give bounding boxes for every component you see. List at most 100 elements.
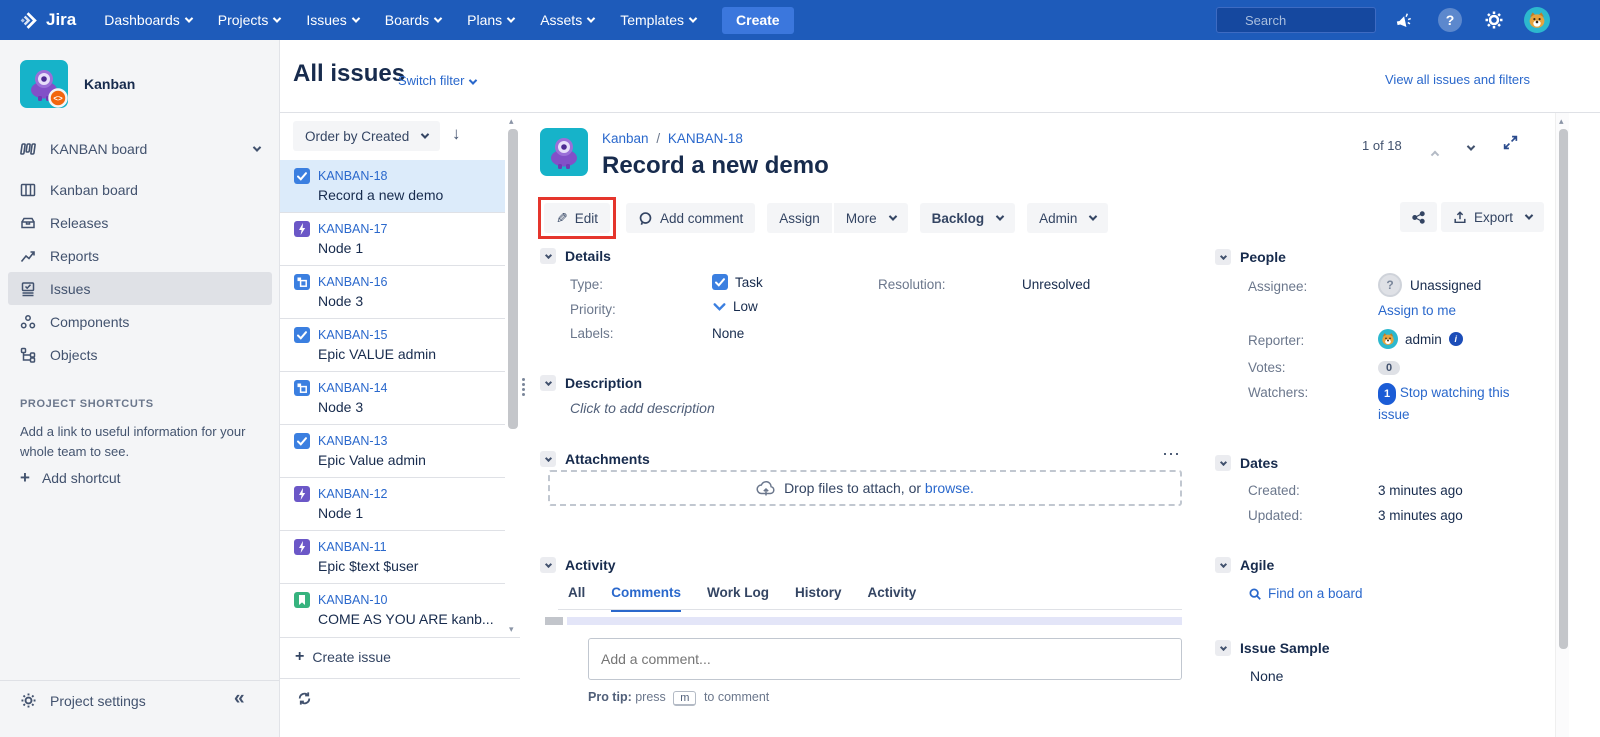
issue-title[interactable]: Record a new demo [602, 152, 829, 180]
create-issue-button[interactable]: + Create issue [295, 648, 391, 666]
user-avatar[interactable] [1524, 7, 1550, 33]
panel-resize-handle[interactable] [522, 376, 525, 398]
sidebar-item-reports[interactable]: Reports [8, 239, 272, 272]
scroll-up-icon[interactable]: ▴ [1559, 117, 1564, 126]
chevron-down-icon [587, 14, 595, 22]
attachments-menu-button[interactable]: ⋯ [1162, 444, 1181, 465]
issue-row[interactable]: KANBAN-11 Epic $text $user [280, 531, 505, 584]
more-button[interactable]: More [834, 203, 908, 233]
reporter-avatar[interactable] [1378, 329, 1398, 349]
tab-comments[interactable]: Comments [611, 585, 681, 612]
issue-row[interactable]: KANBAN-16 Node 3 [280, 266, 505, 319]
nav-projects[interactable]: Projects [218, 12, 281, 28]
nav-boards[interactable]: Boards [385, 12, 441, 28]
watchers-badge[interactable]: 1 [1378, 383, 1396, 405]
issue-avatar[interactable] [540, 128, 588, 176]
unassigned-avatar: ? [1378, 273, 1402, 297]
stop-watching-link[interactable]: Stop watching this issue [1378, 385, 1509, 422]
issue-list-scrollbar[interactable]: ▴ ▾ [505, 113, 521, 637]
scroll-up-icon[interactable]: ▴ [509, 117, 514, 126]
collapse-activity-button[interactable] [540, 557, 556, 573]
sidebar-item-releases[interactable]: Releases [8, 206, 272, 239]
nav-issues[interactable]: Issues [306, 12, 358, 28]
description-placeholder[interactable]: Click to add description [570, 400, 715, 416]
collapse-sidebar-button[interactable]: « [234, 688, 245, 710]
sidebar-item-components[interactable]: Components [8, 305, 272, 338]
assign-to-me-link[interactable]: Assign to me [1378, 303, 1456, 318]
activity-scrollbar-track[interactable] [567, 617, 1182, 625]
plus-icon: + [295, 648, 304, 666]
nav-assets[interactable]: Assets [540, 12, 594, 28]
tab-history[interactable]: History [795, 585, 842, 612]
issue-row[interactable]: KANBAN-13 Epic Value admin [280, 425, 505, 478]
issue-row[interactable]: KANBAN-18 Record a new demo [280, 160, 505, 213]
nav-dashboards[interactable]: Dashboards [104, 12, 192, 28]
sidebar-item-objects[interactable]: Objects [8, 338, 272, 371]
scrollbar-thumb[interactable] [508, 129, 518, 429]
sort-direction-button[interactable]: ↓ [452, 124, 461, 144]
announcement-icon[interactable] [1392, 8, 1416, 32]
collapse-agile-button[interactable] [1215, 557, 1231, 573]
chevron-down-icon[interactable] [253, 143, 261, 151]
chevron-down-icon [888, 212, 896, 220]
chevron-down-icon [507, 14, 515, 22]
tab-work-log[interactable]: Work Log [707, 585, 769, 612]
issue-row[interactable]: KANBAN-14 Node 3 [280, 372, 505, 425]
find-on-board-link[interactable]: Find on a board [1248, 586, 1363, 601]
breadcrumb-issue-link[interactable]: KANBAN-18 [668, 131, 743, 146]
share-button[interactable] [1400, 202, 1437, 232]
assign-button[interactable]: Assign [767, 203, 832, 233]
search-input[interactable] [1216, 7, 1376, 33]
order-by-button[interactable]: Order by Created [293, 121, 440, 151]
collapse-attachments-button[interactable] [540, 451, 556, 467]
create-button[interactable]: Create [722, 7, 794, 34]
nav-templates[interactable]: Templates [620, 12, 696, 28]
collapse-issue-sample-button[interactable] [1215, 640, 1231, 656]
gear-icon[interactable] [1482, 8, 1506, 32]
info-icon[interactable]: i [1449, 332, 1463, 346]
project-avatar[interactable]: <> [20, 60, 68, 108]
comment-input[interactable] [588, 638, 1182, 680]
breadcrumb: Kanban / KANBAN-18 [602, 131, 743, 146]
project-settings-button[interactable]: Project settings [20, 692, 146, 709]
collapse-details-button[interactable] [540, 248, 556, 264]
switch-filter-link[interactable]: Switch filter [398, 73, 476, 88]
refresh-icon[interactable] [296, 690, 313, 707]
next-issue-button[interactable] [1468, 138, 1474, 156]
activity-scrollbar-thumb[interactable] [545, 617, 563, 625]
attachments-dropzone[interactable]: Drop files to attach, or browse. [548, 470, 1182, 506]
collapse-dates-button[interactable] [1215, 455, 1231, 471]
view-all-issues-link[interactable]: View all issues and filters [1385, 72, 1530, 87]
breadcrumb-project-link[interactable]: Kanban [602, 131, 649, 146]
tab-all[interactable]: All [568, 585, 585, 612]
add-comment-button[interactable]: Add comment [626, 203, 755, 233]
project-shortcuts-description: Add a link to useful information for you… [20, 422, 248, 462]
collapse-description-button[interactable] [540, 375, 556, 391]
admin-button[interactable]: Admin [1027, 203, 1108, 233]
item-type-icon [294, 274, 310, 290]
expand-icon[interactable] [1502, 134, 1519, 151]
browse-link[interactable]: browse. [925, 480, 974, 496]
backlog-button[interactable]: Backlog [920, 203, 1016, 233]
scroll-down-icon[interactable]: ▾ [509, 625, 514, 634]
sidebar-item-kanban-board-group[interactable]: KANBAN board [8, 132, 272, 165]
add-shortcut-button[interactable]: + Add shortcut [20, 468, 121, 488]
page-scrollbar[interactable]: ▴ [1555, 113, 1569, 737]
scrollbar-thumb[interactable] [1559, 129, 1568, 649]
tab-activity[interactable]: Activity [868, 585, 917, 612]
issue-row[interactable]: KANBAN-17 Node 1 [280, 213, 505, 266]
help-icon[interactable]: ? [1438, 8, 1462, 32]
sidebar-item-issues[interactable]: Issues [8, 272, 272, 305]
reporter-value: admin i [1378, 329, 1463, 349]
issue-row[interactable]: KANBAN-10 COME AS YOU ARE kanb... [280, 584, 505, 636]
nav-plans[interactable]: Plans [467, 12, 514, 28]
issue-row[interactable]: KANBAN-15 Epic VALUE admin [280, 319, 505, 372]
issue-row[interactable]: KANBAN-12 Node 1 [280, 478, 505, 531]
previous-issue-button[interactable] [1432, 142, 1438, 160]
edit-button[interactable]: ✎ Edit [544, 203, 610, 233]
export-button[interactable]: Export [1441, 202, 1544, 232]
votes-badge[interactable]: 0 [1378, 358, 1400, 376]
jira-logo[interactable]: Jira [18, 10, 76, 31]
collapse-people-button[interactable] [1215, 249, 1231, 265]
sidebar-item-kanban-board[interactable]: Kanban board [8, 173, 272, 206]
